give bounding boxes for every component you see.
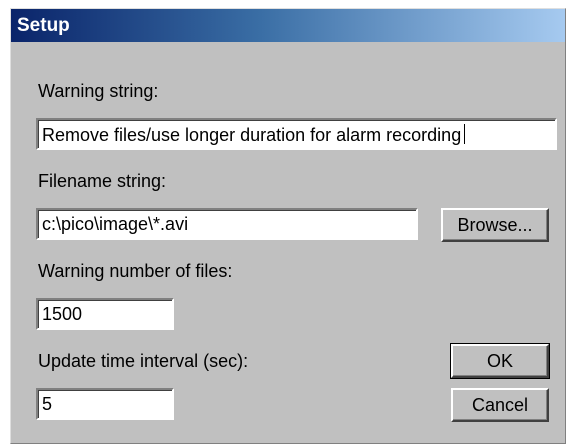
- update-interval-value: 5: [42, 394, 53, 414]
- browse-button[interactable]: Browse...: [441, 208, 549, 242]
- filename-string-input[interactable]: c:\pico\image\*.avi: [36, 208, 418, 240]
- warning-number-label: Warning number of files:: [38, 261, 233, 281]
- ok-button[interactable]: OK: [450, 343, 550, 379]
- update-interval-input[interactable]: 5: [36, 388, 174, 420]
- dialog-title: Setup: [17, 15, 70, 36]
- warning-number-input[interactable]: 1500: [36, 298, 174, 330]
- warning-number-value: 1500: [42, 304, 83, 324]
- filename-string-value: c:\pico\image\*.avi: [42, 214, 189, 234]
- title-bar[interactable]: Setup: [11, 9, 565, 42]
- filename-string-label: Filename string:: [38, 171, 167, 191]
- warning-string-label: Warning string:: [38, 81, 159, 101]
- warning-string-input[interactable]: Remove files/use longer duration for ala…: [36, 118, 557, 150]
- warning-string-value: Remove files/use longer duration for ala…: [42, 125, 462, 145]
- cancel-button[interactable]: Cancel: [451, 388, 549, 422]
- setup-dialog: Setup Warning string: Remove files/use l…: [10, 8, 566, 444]
- text-caret: [464, 124, 466, 144]
- update-interval-label: Update time interval (sec):: [38, 351, 249, 371]
